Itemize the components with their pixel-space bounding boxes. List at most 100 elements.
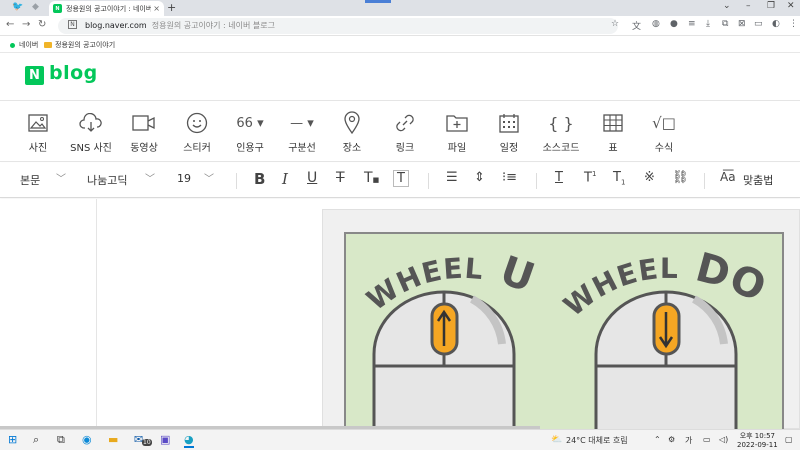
insert-label: 인용구 [236, 143, 264, 154]
tab-search-icon[interactable]: ⌄ [723, 1, 731, 11]
translate-icon[interactable]: 文 [632, 19, 641, 32]
file-explorer-icon[interactable]: ▬ [108, 433, 118, 446]
profile-icon[interactable]: ● [670, 19, 678, 29]
sidepanel-icon[interactable]: ▭ [754, 19, 763, 29]
paragraph-style-select[interactable]: 본문 [20, 172, 40, 188]
chevron-down-icon[interactable]: ﹀ [145, 170, 155, 185]
line-height-icon[interactable]: ⇕ [474, 170, 485, 185]
insert-label: 링크 [395, 143, 415, 154]
video-icon [114, 110, 174, 136]
reload-icon[interactable]: ↻ [38, 19, 46, 30]
bookmark-label: 정용원의 공고이야기 [55, 41, 116, 49]
special-char-icon[interactable]: ※ [644, 170, 655, 185]
menu-icon[interactable]: ⋮ [789, 19, 798, 29]
extensions-puzzle-icon[interactable]: ⧉ [722, 19, 728, 29]
start-icon[interactable]: ⊞ [8, 433, 17, 446]
mouse-wheel-down-graphic [594, 290, 738, 429]
underline-icon[interactable]: U [307, 170, 317, 186]
naver-favicon-icon: N [53, 4, 62, 13]
list-icon[interactable]: ⁝≡ [502, 170, 517, 185]
twitter-tab-icon[interactable]: 🐦 [12, 2, 23, 12]
network-icon[interactable]: ▭ [703, 435, 711, 444]
wheel-artwork[interactable]: WHEEL UP WHEEL DOWN [344, 232, 784, 429]
font-size-select[interactable]: 19 [177, 172, 191, 185]
cloud-download-icon [61, 110, 121, 136]
align-left-icon[interactable]: ☰ [446, 170, 458, 185]
strikethrough-icon[interactable]: T [336, 170, 345, 186]
quote-icon: 66 ▾ [236, 115, 264, 131]
insert-schedule-button[interactable]: 일정 [479, 110, 539, 154]
italic-icon[interactable]: I [282, 170, 288, 188]
insert-photo-button[interactable]: 사진 [8, 110, 68, 154]
naver-logo-icon[interactable]: N [25, 66, 44, 85]
share-icon[interactable]: ⊠ [738, 19, 746, 29]
teams-icon[interactable]: ▣ [160, 433, 170, 446]
edge-icon[interactable]: ◉ [82, 433, 92, 446]
download-icon[interactable]: ⤓ [706, 19, 710, 29]
close-window-icon[interactable]: ✕ [787, 1, 795, 11]
insert-video-button[interactable]: 동영상 [114, 110, 174, 154]
weather-text[interactable]: 24°C 대체로 흐림 [566, 435, 628, 446]
notification-icon[interactable]: ▢ [785, 435, 793, 444]
bookmark-folder[interactable]: 정용원의 공고이야기 [44, 40, 115, 50]
blog-header [0, 54, 800, 101]
naver-dot-icon [10, 42, 15, 48]
chevron-down-icon[interactable]: ﹀ [56, 170, 66, 185]
site-info-icon[interactable]: N [68, 20, 77, 29]
tray-app-icon[interactable]: ⚙ [668, 435, 675, 444]
insert-label: 장소 [342, 143, 362, 154]
bookmarks-bar: 네이버 정용원의 공고이야기 [0, 36, 800, 53]
minimize-icon[interactable]: – [746, 1, 751, 11]
location-pin-icon [322, 110, 382, 136]
bookmark-naver[interactable]: 네이버 [10, 40, 38, 50]
bookmark-star-icon[interactable]: ☆ [611, 19, 619, 29]
extension-icon[interactable]: ◍ [652, 19, 660, 29]
back-icon[interactable]: ← [6, 19, 14, 30]
tab-ghost-icon[interactable]: ◆ [32, 2, 39, 12]
search-icon[interactable]: ⌕ [33, 433, 39, 447]
link-icon[interactable]: ⛓ [672, 170, 689, 185]
bold-icon[interactable]: B [254, 170, 265, 188]
insert-formula-button[interactable]: √□ 수식 [634, 110, 694, 154]
url-text[interactable]: blog.naver.com 정용원의 공고이야기 : 네이버 블로그 [85, 20, 275, 31]
chrome-app-icon[interactable]: ◕ [184, 433, 194, 448]
font-family-select[interactable]: 나눔고딕 [87, 172, 127, 188]
windows-taskbar: ⊞ ⌕ ⧉ ◉ ▬ ✉ 10 ▣ ◕ ⛅ 24°C 대체로 흐림 ⌃ ⚙ 가 ▭… [0, 429, 800, 450]
reading-list-icon[interactable]: ≡ [688, 19, 696, 29]
insert-quote-button[interactable]: 66 ▾ 인용구 [220, 110, 280, 155]
weather-icon[interactable]: ⛅ [551, 435, 562, 445]
folder-plus-icon [427, 110, 487, 136]
text-style-icon[interactable]: T [555, 170, 563, 185]
text-color-icon[interactable]: T■ [364, 170, 379, 186]
toolbar-divider [236, 173, 237, 189]
subscript-icon[interactable]: T1 [613, 170, 625, 187]
chevron-up-icon[interactable]: ⌃ [654, 435, 661, 444]
insert-sourcecode-button[interactable]: { } 소스코드 [531, 110, 591, 155]
clock-time: 오후 10:57 [739, 432, 775, 440]
blog-logo-text[interactable]: blog [49, 62, 98, 84]
insert-place-button[interactable]: 장소 [322, 110, 382, 154]
insert-sns-photo-button[interactable]: SNS 사진 [61, 110, 121, 154]
task-view-icon[interactable]: ⧉ [57, 433, 65, 447]
system-clock[interactable]: 오후 10:57 2022-09-11 [737, 432, 778, 450]
insert-sticker-button[interactable]: 스티커 [167, 110, 227, 154]
insert-link-button[interactable]: 링크 [375, 110, 435, 154]
browser-toolbar: ← → ↻ N blog.naver.com 정용원의 공고이야기 : 네이버 … [0, 16, 800, 36]
restore-icon[interactable]: ❐ [767, 1, 775, 11]
language-icon[interactable]: 가 [685, 435, 692, 446]
spellcheck-icon[interactable]: A͞a [720, 170, 736, 184]
insert-file-button[interactable]: 파일 [427, 110, 487, 154]
spellcheck-button[interactable]: 맞춤법 [743, 172, 773, 188]
chevron-down-icon[interactable]: ﹀ [204, 170, 214, 185]
new-tab-button[interactable]: + [167, 1, 176, 14]
tab-close-icon[interactable]: × [153, 4, 160, 13]
editor-margin-line [96, 199, 97, 429]
volume-icon[interactable]: ◁) [719, 435, 728, 444]
code-braces-icon: { } [548, 113, 574, 133]
superscript-icon[interactable]: T1 [584, 170, 596, 185]
account-icon[interactable]: ◐ [772, 19, 780, 29]
forward-icon[interactable]: → [22, 19, 30, 30]
text-background-icon[interactable]: T [393, 170, 409, 187]
tab-active[interactable]: N 정용원의 공고이야기 : 네이버 ... × [49, 1, 164, 16]
mouse-wheel-up-graphic [372, 290, 516, 429]
